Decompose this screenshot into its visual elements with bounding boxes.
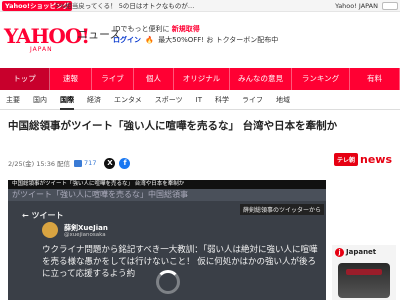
top-promo-bar: Yahoo!ショッピング 5%相当戻ってくる！ 5の日はオトクなものが… Yah…: [0, 0, 400, 12]
loading-spinner-icon: [156, 270, 180, 294]
x-share-icon[interactable]: X: [104, 157, 116, 169]
category-tab[interactable]: ライフ: [242, 90, 263, 110]
main-nav-item[interactable]: 有料: [350, 68, 400, 90]
comment-icon[interactable]: [74, 159, 83, 167]
login-row: ログイン 🔥 最大50%OFF! お トクターボン配布中: [113, 36, 278, 45]
signup-link[interactable]: 新規取得: [172, 25, 200, 33]
tweet-author-handle: @xuejianosaka: [64, 232, 106, 238]
coupon-promo-text[interactable]: 最大50%OFF! お トクターボン配布中: [158, 36, 278, 44]
source-logo[interactable]: テレ朝 news: [333, 153, 392, 166]
category-tab[interactable]: 国際: [60, 90, 74, 110]
article-headline: 中国総領事がツイート「強い人に喧嘩を売るな」 台湾や日本を牽制か: [8, 120, 338, 132]
avatar: [42, 222, 58, 238]
ad-brand: Japanet: [346, 248, 377, 256]
video-tweet-header: ← ツイート: [22, 211, 64, 220]
category-tab[interactable]: 科学: [215, 90, 229, 110]
id-signup-prompt: IDでもっと便利に 新規取得: [113, 25, 200, 34]
main-nav-item[interactable]: ライブ: [92, 68, 134, 90]
main-nav-item[interactable]: みんなの意見: [230, 68, 292, 90]
article-date: 2/25(金) 15:36 配信: [8, 160, 71, 168]
fire-icon: 🔥: [145, 36, 154, 44]
source-name: news: [359, 153, 392, 166]
category-tab[interactable]: IT: [196, 90, 202, 110]
article: 中国総領事がツイート「強い人に喧嘩を売るな」 台湾や日本を牽制か 2/25(金)…: [0, 110, 400, 300]
advertisement[interactable]: j Japanet: [332, 245, 396, 300]
video-player[interactable]: 中国総領事がツイート「強い人に喧嘩を売るな」 台湾や日本を牽制か がツイート「強…: [8, 180, 326, 300]
main-nav-item[interactable]: トップ: [0, 68, 50, 90]
yahoo-logo-sub: JAPAN: [30, 46, 53, 53]
video-source-tag: 薛剣総領事のツイッターから: [239, 204, 324, 215]
category-tab[interactable]: 地域: [276, 90, 290, 110]
login-link[interactable]: ログイン: [113, 36, 141, 44]
article-meta: 2/25(金) 15:36 配信 717 X f: [8, 156, 131, 170]
menu-icon[interactable]: [382, 2, 398, 10]
video-ticker: がツイート「強い人に喧嘩を売るな」中国総領事: [8, 189, 326, 201]
category-tab[interactable]: エンタメ: [114, 90, 142, 110]
source-badge: テレ朝: [333, 153, 358, 166]
ad-product-image: [338, 263, 390, 298]
shopping-promo-text[interactable]: 5%相当戻ってくる！ 5の日はオトクなものが…: [55, 1, 194, 11]
main-nav-item[interactable]: 速報: [50, 68, 92, 90]
comment-count[interactable]: 717: [84, 159, 96, 167]
id-signup-text: IDでもっと便利に: [113, 25, 170, 33]
facebook-share-icon[interactable]: f: [119, 157, 131, 169]
tweet-body: ウクライナ問題から銘記すべき一大教訓：「弱い人は絶対に強い人に喧嘩を売る様な愚か…: [42, 245, 318, 279]
ad-brand-icon: j: [335, 248, 344, 257]
video-caption: 中国総領事がツイート「強い人に喧嘩を売るな」 台湾や日本を牽制か: [8, 180, 326, 189]
category-tab[interactable]: 経済: [87, 90, 101, 110]
category-tab[interactable]: 国内: [33, 90, 47, 110]
category-nav: 主要 国内 国際 経済 エンタメ スポーツ IT 科学 ライフ 地域: [0, 90, 400, 110]
main-nav-item[interactable]: ランキング: [292, 68, 350, 90]
category-tab[interactable]: スポーツ: [155, 90, 183, 110]
category-tab[interactable]: 主要: [6, 90, 20, 110]
yahoo-japan-link[interactable]: Yahoo! JAPAN: [335, 1, 378, 11]
main-nav-item[interactable]: 個人: [134, 68, 174, 90]
site-header: YAHOO! JAPAN ニュース IDでもっと便利に 新規取得 ログイン 🔥 …: [0, 12, 400, 68]
main-nav: トップ 速報 ライブ 個人 オリジナル みんなの意見 ランキング 有料: [0, 68, 400, 90]
main-nav-item[interactable]: オリジナル: [174, 68, 230, 90]
